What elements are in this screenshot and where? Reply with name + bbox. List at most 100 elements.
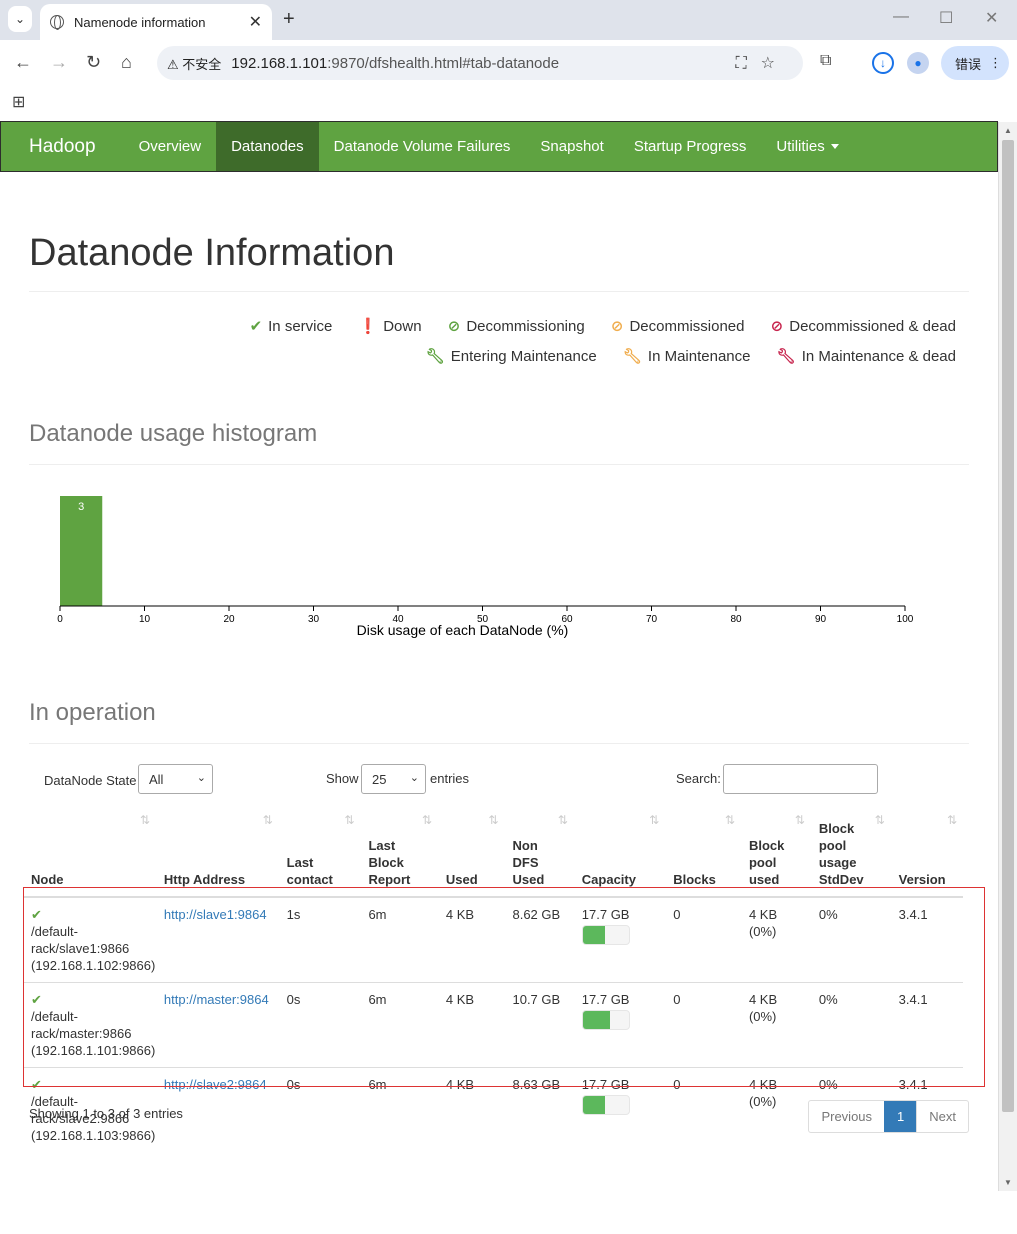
apps-grid-icon[interactable]: ⊞	[12, 92, 25, 112]
col-version[interactable]: ⇅ Version	[890, 813, 963, 898]
vertical-scrollbar[interactable]: ▲ ▼	[998, 122, 1017, 1191]
x-tick-label: 90	[815, 614, 827, 625]
wrench-icon: 🔧︎	[776, 348, 796, 365]
ban-icon: ⊘	[610, 318, 624, 335]
address-bar[interactable]: ⚠ 不安全 192.168.1.101:9870/dfshealth.html#…	[157, 46, 803, 80]
download-icon[interactable]: ↓	[872, 52, 894, 74]
back-icon[interactable]: ←	[14, 52, 32, 73]
cell-last-block-report: 6m	[360, 982, 438, 1068]
state-label: DataNode State	[44, 773, 137, 788]
x-tick-label: 100	[897, 614, 914, 625]
maximize-icon[interactable]: ☐	[939, 8, 953, 28]
brand-logo[interactable]: Hadoop	[1, 136, 124, 158]
http-address-link[interactable]: http://master:9864	[164, 992, 269, 1007]
col-blocks[interactable]: ⇅ Blocks	[665, 813, 741, 898]
nav-overview[interactable]: Overview	[124, 122, 217, 171]
chevron-down-icon: ⌄	[196, 772, 206, 784]
cell-stddev: 0%	[810, 896, 891, 983]
nav-startup-progress[interactable]: Startup Progress	[619, 122, 762, 171]
col-capacity[interactable]: ⇅ Capacity	[573, 813, 666, 898]
ban-icon: ⊘	[447, 318, 461, 335]
cell-capacity: 17.7 GB	[573, 982, 666, 1068]
tab-search-button[interactable]: ⌄	[8, 6, 32, 32]
forward-icon[interactable]: →	[50, 52, 68, 73]
col-non-dfs[interactable]: ⇅ Non DFS Used	[504, 813, 574, 898]
page-1-button[interactable]: 1	[884, 1101, 917, 1132]
previous-button[interactable]: Previous	[809, 1101, 884, 1132]
page-title: Datanode Information	[29, 232, 969, 292]
x-tick-label: 80	[730, 614, 742, 625]
cell-http[interactable]: http://master:9864	[155, 982, 279, 1068]
x-tick-label: 30	[308, 614, 320, 625]
new-tab-button[interactable]: +	[283, 8, 295, 31]
caret-down-icon	[830, 144, 839, 149]
next-button[interactable]: Next	[916, 1101, 968, 1132]
col-used[interactable]: ⇅ Used	[437, 813, 505, 898]
legend-entering-maintenance: 🔧︎ Entering Maintenance	[425, 348, 597, 365]
x-axis-label: Disk usage of each DataNode (%)	[357, 622, 569, 638]
home-icon[interactable]: ⌂	[121, 52, 132, 73]
nav-volume-failures[interactable]: Datanode Volume Failures	[319, 122, 526, 171]
col-node[interactable]: ⇅ Node	[23, 813, 156, 898]
cell-stddev: 0%	[810, 982, 891, 1068]
capacity-bar	[581, 1010, 630, 1030]
histogram-chart: 30 10 20 30 40 50 60 70 80 90 100Disk usage of eac…	[57, 496, 914, 638]
cell-block-pool-used: 4 KB (0%)	[740, 982, 811, 1068]
cell-node: ✔/default-rack/slave1:9866 (192.168.1.10…	[23, 896, 156, 983]
profile-icon[interactable]: ●	[907, 52, 929, 74]
col-block-pool-used[interactable]: ⇅ Block pool used	[740, 813, 811, 898]
check-icon: ✔	[249, 318, 263, 335]
usage-histogram: 3 0 10 20 30 40 50 60 70 80 90 100 Disk usage of eac…	[29, 465, 969, 655]
show-label: Show	[326, 771, 359, 786]
extensions-icon[interactable]: ⧉	[820, 52, 831, 70]
col-last-block-report[interactable]: ⇅ Last Block Report	[360, 813, 438, 898]
reload-icon[interactable]: ↻	[86, 52, 101, 73]
nav-snapshot[interactable]: Snapshot	[525, 122, 618, 171]
search-input[interactable]	[723, 764, 878, 794]
bookmarks-bar: ⊞	[0, 86, 1017, 116]
col-http[interactable]: ⇅ Http Address	[155, 813, 279, 898]
legend-in-service: ✔ In service	[249, 318, 333, 335]
datanode-table-wrap: ⇅ Node ⇅ Http Address ⇅ Last contact ⇅ Last …	[23, 813, 969, 1234]
url-path: :9870/dfshealth.html#tab-datanode	[327, 54, 560, 72]
security-warning[interactable]: ⚠ 不安全	[167, 54, 221, 73]
browser-toolbar: ← → ↻ ⌂ ⚠ 不安全 192.168.1.101:9870/dfsheal…	[0, 40, 1017, 86]
cell-http[interactable]: http://slave1:9864	[155, 896, 279, 983]
close-tab-icon[interactable]: ✕	[249, 12, 262, 32]
nav-datanodes[interactable]: Datanodes	[216, 122, 319, 171]
table-row: ✔/default-rack/master:9866 (192.168.1.10…	[23, 982, 963, 1068]
cell-last-contact: 0s	[278, 982, 361, 1068]
histogram-heading: Datanode usage histogram	[29, 420, 969, 465]
legend-decommissioned-dead: ⊘ Decommissioned & dead	[770, 318, 956, 335]
chevron-down-icon: ⌄	[14, 12, 26, 26]
cell-blocks: 0	[665, 896, 741, 983]
minimize-icon[interactable]: —	[893, 8, 909, 26]
operation-heading: In operation	[29, 699, 969, 744]
close-window-icon[interactable]: ✕	[985, 8, 998, 28]
legend-decommissioned: ⊘ Decommissioned	[610, 318, 745, 335]
col-stddev[interactable]: ⇅ Block pool usage StdDev	[810, 813, 891, 898]
translate-and-bookmark-icons[interactable]: ⛶☆	[735, 53, 789, 73]
nav-utilities[interactable]: Utilities	[761, 122, 853, 171]
x-tick-label: 0	[57, 614, 63, 625]
error-button[interactable]: 错误 ⋮	[941, 46, 1009, 80]
capacity-bar-fill	[582, 926, 606, 944]
col-last-contact[interactable]: ⇅ Last contact	[278, 813, 361, 898]
status-legend: ✔ In service ❗ Down ⊘ Decommissioning ⊘ Deco…	[29, 312, 969, 372]
entries-label: entries	[430, 771, 470, 786]
cell-last-contact: 1s	[278, 896, 361, 983]
cell-used: 4 KB	[437, 896, 505, 983]
wrench-icon: 🔧︎	[425, 348, 445, 365]
capacity-bar-fill	[582, 1011, 611, 1029]
datanode-state-select[interactable]: All ⌄	[138, 764, 213, 794]
browser-tab[interactable]: Namenode information ✕	[40, 4, 272, 40]
cell-version: 3.4.1	[890, 982, 963, 1068]
cell-block-pool-used: 4 KB (0%)	[740, 896, 811, 983]
entries-select[interactable]: 25 ⌄	[361, 764, 426, 794]
http-address-link[interactable]: http://slave2:9864	[164, 1077, 267, 1092]
scrollbar-thumb[interactable]	[1002, 140, 1014, 1112]
http-address-link[interactable]: http://slave1:9864	[164, 907, 267, 922]
hadoop-navbar: Hadoop Overview Datanodes Datanode Volum…	[0, 121, 998, 172]
cell-non-dfs: 10.7 GB	[504, 982, 574, 1068]
exclamation-icon: ❗	[358, 318, 378, 335]
